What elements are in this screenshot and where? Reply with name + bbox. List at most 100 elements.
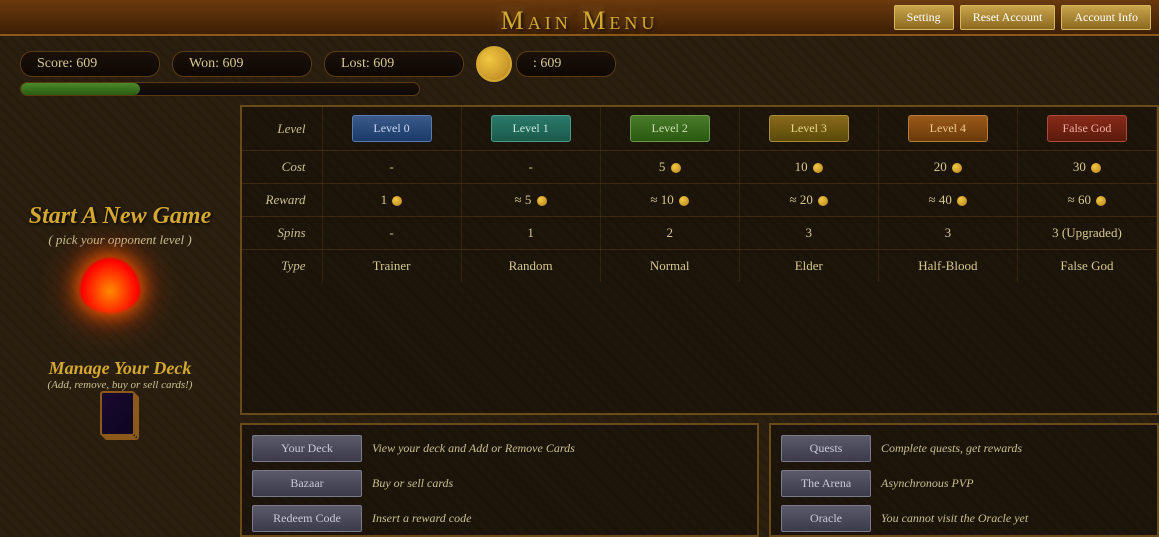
- quest-action-button-1[interactable]: The Arena: [781, 470, 871, 497]
- level-cell[interactable]: Level 3: [739, 107, 878, 151]
- deck-stack-icon: [100, 391, 140, 441]
- data-cell: Half-Blood: [878, 250, 1017, 283]
- stats-bar: Score: 609 Won: 609 Lost: 609 : 609: [20, 46, 1139, 82]
- cell-value: ≈ 40: [929, 192, 956, 207]
- data-cell: -: [322, 151, 461, 184]
- level-table: Level Level 0 Level 1 Level 2 Level 3 Level 4…: [242, 107, 1157, 282]
- lost-stat: Lost: 609: [324, 51, 464, 77]
- coin-dot-icon: [1091, 163, 1101, 173]
- deck-panel: Your DeckView your deck and Add or Remov…: [240, 423, 759, 537]
- quest-row: Oracle You cannot visit the Oracle yet: [781, 505, 1147, 532]
- cell-value: 20: [934, 159, 950, 174]
- data-cell: Normal: [600, 250, 739, 283]
- quest-panel: Quests Complete quests, get rewards The Ar…: [769, 423, 1159, 537]
- card-back-3: [100, 391, 135, 436]
- data-cell: ≈ 40: [878, 184, 1017, 217]
- level-cell[interactable]: Level 1: [461, 107, 600, 151]
- row-label: Cost: [242, 151, 322, 184]
- start-game-subtitle: ( pick your opponent level ): [29, 232, 211, 248]
- data-cell: False God: [1017, 250, 1156, 283]
- data-cell: 10: [739, 151, 878, 184]
- manage-deck-section: Manage Your Deck (Add, remove, buy or se…: [48, 358, 193, 441]
- coin-dot-icon: [537, 196, 547, 206]
- quest-row: Quests Complete quests, get rewards: [781, 435, 1147, 462]
- level-cell[interactable]: Level 4: [878, 107, 1017, 151]
- data-cell: ≈ 20: [739, 184, 878, 217]
- coin-dot-icon: [1096, 196, 1106, 206]
- quest-row: The Arena Asynchronous PVP: [781, 470, 1147, 497]
- cell-value: ≈ 10: [650, 192, 677, 207]
- coin-dot-icon: [813, 163, 823, 173]
- data-cell: 30: [1017, 151, 1156, 184]
- fireball-icon: [80, 258, 160, 318]
- quest-action-button-2[interactable]: Oracle: [781, 505, 871, 532]
- coin-icon: [476, 46, 512, 82]
- cell-value: ≈ 20: [789, 192, 816, 207]
- cell-value: 5: [659, 159, 669, 174]
- data-cell: -: [461, 151, 600, 184]
- quest-row-label: Complete quests, get rewards: [881, 441, 1022, 456]
- data-cell: 1: [461, 217, 600, 250]
- table-row: Reward1 ≈ 5 ≈ 10 ≈ 20 ≈ 40 ≈ 60: [242, 184, 1157, 217]
- reset-account-button[interactable]: Reset Account: [960, 5, 1056, 30]
- cell-value: 1: [381, 192, 391, 207]
- deck-action-button-1[interactable]: Bazaar: [252, 470, 362, 497]
- quest-row-label: You cannot visit the Oracle yet: [881, 511, 1028, 526]
- deck-action-button-0[interactable]: Your Deck: [252, 435, 362, 462]
- table-row: Spins-12333 (Upgraded): [242, 217, 1157, 250]
- level-button-5[interactable]: False God: [1047, 115, 1127, 142]
- data-cell: 3: [739, 217, 878, 250]
- cell-value: ≈ 60: [1068, 192, 1095, 207]
- cell-value: 30: [1073, 159, 1089, 174]
- data-cell: ≈ 5: [461, 184, 600, 217]
- progress-bar-fill: [21, 83, 140, 95]
- coins-stat: : 609: [476, 46, 616, 82]
- coin-dot-icon: [957, 196, 967, 206]
- row-label: Spins: [242, 217, 322, 250]
- row-label: Type: [242, 250, 322, 283]
- table-row[interactable]: Level Level 0 Level 1 Level 2 Level 3 Level 4…: [242, 107, 1157, 151]
- deck-row: Redeem CodeInsert a reward code: [252, 505, 747, 532]
- data-cell: Elder: [739, 250, 878, 283]
- coins-value: : 609: [516, 51, 616, 77]
- data-cell: 1: [322, 184, 461, 217]
- start-game-title: Start A New Game: [29, 201, 211, 232]
- quest-row-label: Asynchronous PVP: [881, 476, 974, 491]
- deck-row: Bazaar Buy or sell cards: [252, 470, 747, 497]
- table-row: Cost--5 10 20 30: [242, 151, 1157, 184]
- data-cell: Random: [461, 250, 600, 283]
- account-info-button[interactable]: Account Info: [1061, 5, 1151, 30]
- level-cell[interactable]: Level 2: [600, 107, 739, 151]
- level-cell[interactable]: False God: [1017, 107, 1156, 151]
- level-button-1[interactable]: Level 1: [491, 115, 571, 142]
- level-button-0[interactable]: Level 0: [352, 115, 432, 142]
- coin-dot-icon: [818, 196, 828, 206]
- data-cell: ≈ 60: [1017, 184, 1156, 217]
- level-button-3[interactable]: Level 3: [769, 115, 849, 142]
- score-stat: Score: 609: [20, 51, 160, 77]
- data-cell: ≈ 10: [600, 184, 739, 217]
- deck-row: Your DeckView your deck and Add or Remov…: [252, 435, 747, 462]
- start-game-section: Start A New Game ( pick your opponent le…: [29, 201, 211, 328]
- fireball-inner: [80, 258, 140, 313]
- quest-action-button-0[interactable]: Quests: [781, 435, 871, 462]
- level-cell[interactable]: Level 0: [322, 107, 461, 151]
- data-cell: 5: [600, 151, 739, 184]
- deck-row-label: Buy or sell cards: [372, 476, 453, 491]
- data-cell: 3: [878, 217, 1017, 250]
- row-label: Level: [242, 107, 322, 151]
- level-button-4[interactable]: Level 4: [908, 115, 988, 142]
- level-button-2[interactable]: Level 2: [630, 115, 710, 142]
- won-stat: Won: 609: [172, 51, 312, 77]
- data-cell: 3 (Upgraded): [1017, 217, 1156, 250]
- left-panel: Start A New Game ( pick your opponent le…: [0, 105, 240, 537]
- deck-action-button-2[interactable]: Redeem Code: [252, 505, 362, 532]
- data-cell: Trainer: [322, 250, 461, 283]
- data-cell: -: [322, 217, 461, 250]
- manage-deck-title: Manage Your Deck: [48, 358, 193, 379]
- progress-bar-container: [20, 82, 420, 96]
- cell-value: ≈ 5: [515, 192, 535, 207]
- main-content: Level Level 0 Level 1 Level 2 Level 3 Level 4…: [240, 105, 1159, 537]
- setting-button[interactable]: Setting: [894, 5, 954, 30]
- coin-dot-icon: [392, 196, 402, 206]
